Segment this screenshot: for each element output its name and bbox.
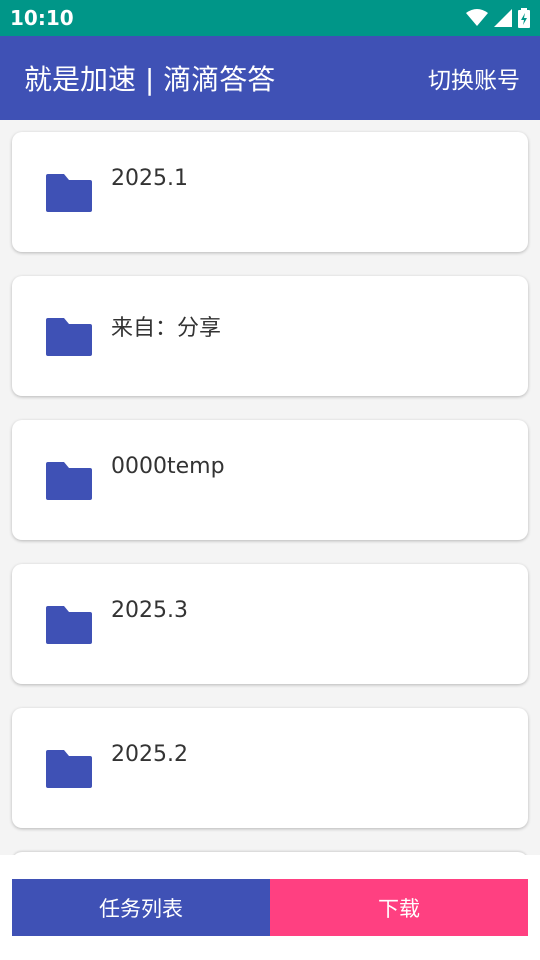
task-list-button[interactable]: 任务列表 bbox=[12, 879, 270, 936]
folder-icon bbox=[46, 750, 92, 788]
folder-icon bbox=[46, 174, 92, 212]
folder-card[interactable]: 2025.1 bbox=[12, 132, 528, 252]
folder-name: 0000temp bbox=[111, 454, 225, 479]
folder-icon bbox=[46, 606, 92, 644]
folder-name: 2025.2 bbox=[111, 742, 188, 767]
folder-card[interactable]: 0000temp bbox=[12, 420, 528, 540]
folder-icon bbox=[46, 318, 92, 356]
signal-icon bbox=[494, 9, 512, 27]
download-button[interactable]: 下载 bbox=[270, 879, 528, 936]
folder-card[interactable]: 来自：分享 bbox=[12, 276, 528, 396]
folder-name: 2025.3 bbox=[111, 598, 188, 623]
folder-card[interactable]: 2025.2 bbox=[12, 708, 528, 828]
status-icons bbox=[466, 8, 530, 28]
folder-name: 来自：分享 bbox=[111, 316, 222, 341]
wifi-icon bbox=[466, 9, 488, 26]
status-time: 10:10 bbox=[10, 6, 74, 30]
app-title: 就是加速 | 滴滴答答 bbox=[24, 63, 276, 96]
folder-list: 2025.1 来自：分享 0000temp 2025.3 2025.2 bbox=[12, 132, 528, 852]
app-bar: 就是加速 | 滴滴答答 切换账号 bbox=[0, 36, 540, 120]
battery-icon bbox=[518, 8, 530, 28]
folder-card[interactable]: 2025.3 bbox=[12, 564, 528, 684]
folder-icon bbox=[46, 462, 92, 500]
folder-name: 2025.1 bbox=[111, 166, 188, 191]
status-bar: 10:10 bbox=[0, 0, 540, 36]
switch-account-button[interactable]: 切换账号 bbox=[428, 61, 520, 95]
